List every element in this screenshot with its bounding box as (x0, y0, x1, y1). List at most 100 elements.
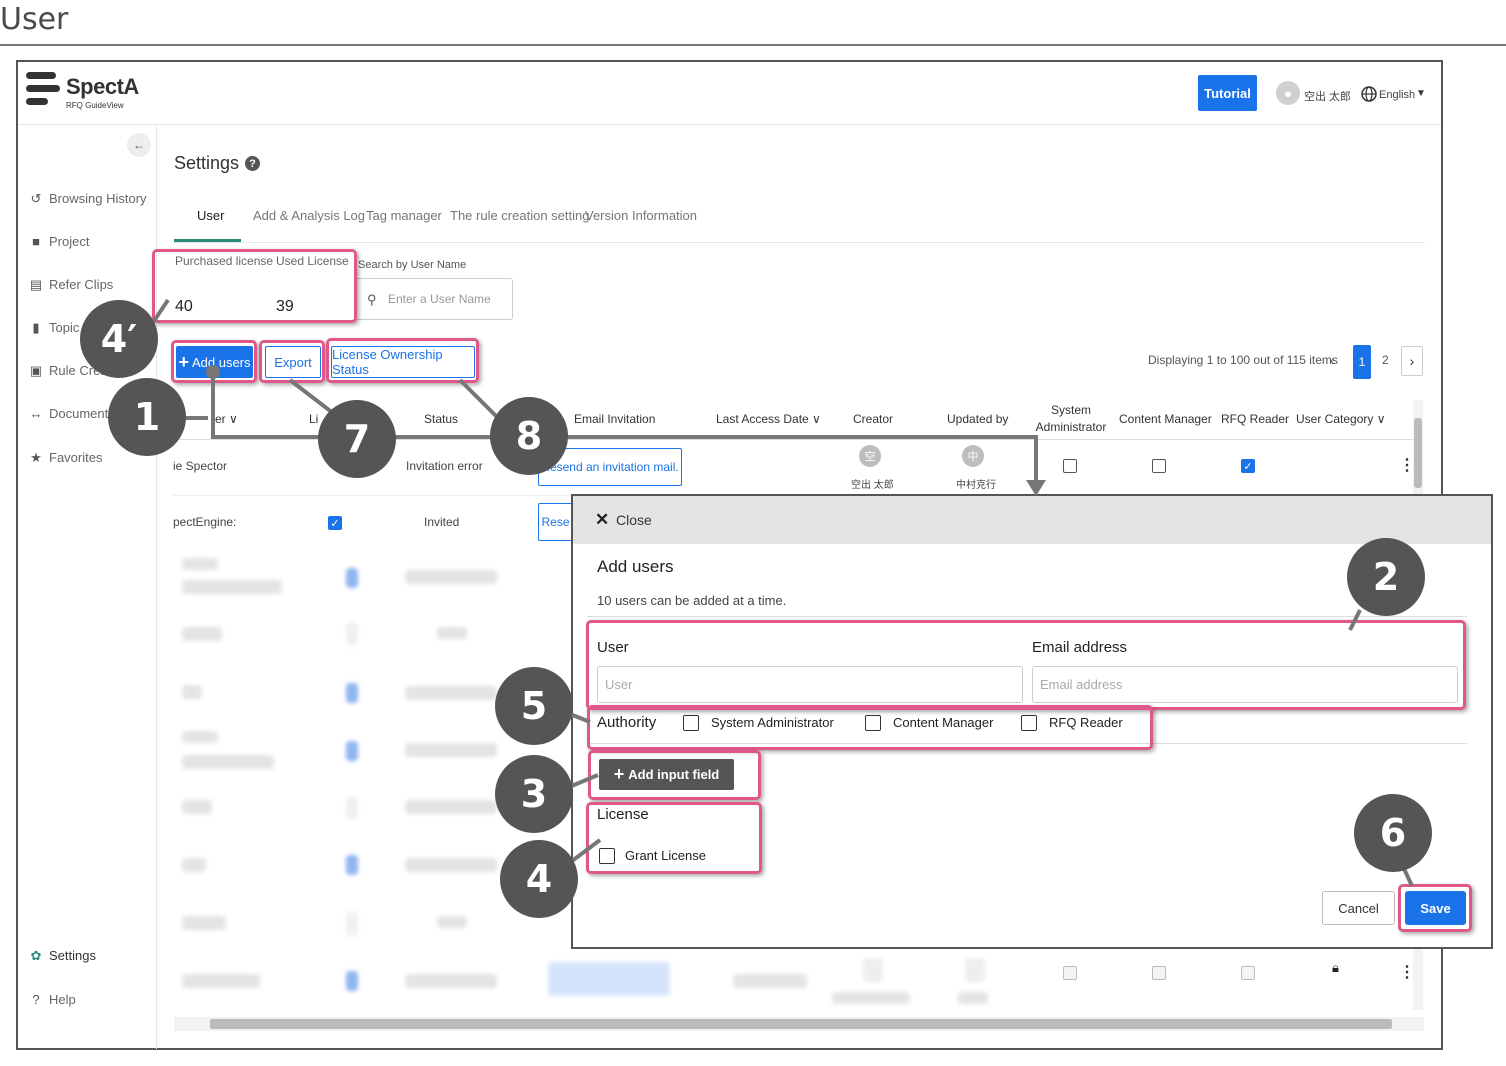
column-header-license: Li (309, 412, 319, 426)
system-admin-checkbox[interactable] (1063, 966, 1077, 980)
dialog-header (573, 496, 1491, 544)
sidebar-item-browsing-history[interactable]: ↺ Browsing History (29, 190, 147, 207)
highlight-license (586, 802, 762, 874)
content-manager-checkbox[interactable] (1152, 459, 1166, 473)
column-header-user[interactable]: er ∨ (215, 412, 238, 426)
blurred-cell (548, 962, 670, 996)
blurred-cell (346, 741, 358, 761)
highlight-add-input-field (588, 750, 761, 800)
close-icon[interactable]: ✕ (595, 510, 609, 530)
rfq-reader-checkbox[interactable] (1241, 966, 1255, 980)
callout-6: 6 (1354, 794, 1432, 872)
compare-icon: ↔ (29, 406, 43, 421)
blurred-cell (405, 686, 497, 700)
blurred-cell (346, 622, 358, 646)
highlight-add-users (171, 340, 257, 383)
dialog-divider (587, 616, 1467, 617)
language-selector[interactable]: English (1379, 89, 1415, 101)
creator-name: 空出 太郎 (851, 480, 894, 491)
app-name: SpectA (66, 74, 139, 99)
sidebar-item-topic[interactable]: ▮ Topic (29, 320, 79, 336)
active-tab-indicator (174, 239, 241, 242)
chevron-left-icon[interactable]: ‹ (1330, 352, 1335, 368)
blurred-cell (182, 558, 218, 570)
history-icon: ↺ (30, 190, 42, 206)
chevron-down-icon[interactable]: ▼ (1416, 88, 1426, 99)
gear-icon: ✿ (30, 947, 42, 963)
sidebar-item-settings[interactable]: ✿ Settings (29, 947, 96, 964)
updater-avatar: 中 (962, 445, 984, 467)
page-button-next[interactable]: 2 (1382, 353, 1389, 367)
blurred-cell (405, 800, 497, 814)
blurred-cell (182, 580, 282, 594)
user-name[interactable]: 空出 太郎 (1304, 88, 1351, 104)
sidebar-item-help[interactable]: ? Help (29, 992, 75, 1007)
column-header-user-category[interactable]: User Category ∨ (1296, 412, 1386, 426)
help-icon[interactable]: ? (245, 156, 261, 171)
app-subtitle: RFQ GuideView (66, 101, 124, 110)
tab-rule-creation-setting[interactable]: The rule creation setting (450, 208, 589, 223)
sidebar-item-project[interactable]: ■ Project (29, 234, 89, 249)
tab-tag-manager[interactable]: Tag manager (366, 208, 442, 223)
highlight-license-ownership (326, 338, 479, 383)
blurred-cell (182, 916, 226, 930)
highlight-license-counts (152, 249, 357, 323)
license-checkbox[interactable]: ✓ (328, 516, 342, 530)
blurred-cell (182, 755, 274, 769)
tab-add-analysis-log[interactable]: Add & Analysis Log (253, 208, 365, 223)
callout-2: 2 (1347, 538, 1425, 616)
search-icon: ⚲ (367, 292, 377, 307)
search-placeholder: Enter a User Name (388, 292, 491, 306)
row-status: Invitation error (406, 459, 483, 473)
horizontal-scrollbar-thumb[interactable] (210, 1019, 1392, 1029)
sidebar-item-favorites[interactable]: ★ Favorites (29, 449, 102, 466)
blurred-cell (346, 568, 358, 588)
rule-icon: ▣ (29, 362, 43, 378)
briefcase-icon: ■ (32, 234, 40, 249)
help-icon: ? (32, 992, 40, 1007)
display-count: Displaying 1 to 100 out of 115 items (1148, 353, 1338, 367)
page-label: User (0, 2, 69, 37)
creator-avatar: 空 (859, 445, 881, 467)
rfq-reader-checkbox[interactable]: ✓ (1241, 459, 1255, 473)
tabs-divider (173, 242, 1425, 243)
vertical-scrollbar-thumb[interactable] (1414, 418, 1422, 488)
column-header-updated-by: Updated by (947, 412, 1009, 426)
blurred-cell (405, 743, 497, 757)
callout-1: 1 (108, 378, 186, 456)
tutorial-button[interactable]: Tutorial (1198, 75, 1257, 111)
highlight-authority (587, 705, 1153, 750)
clipboard-icon: ▤ (29, 276, 43, 292)
page-button-current[interactable]: 1 (1353, 345, 1371, 379)
collapse-sidebar-button[interactable]: ← (127, 133, 151, 157)
title-divider (0, 44, 1506, 46)
sidebar-item-refer-clips[interactable]: ▤ Refer Clips (29, 276, 113, 293)
column-header-last-access[interactable]: Last Access Date ∨ (716, 412, 821, 426)
chevron-right-icon[interactable]: › (1401, 346, 1423, 376)
user-avatar-icon[interactable]: ● (1276, 81, 1300, 105)
highlight-export (259, 340, 325, 383)
callout-7: 7 (318, 400, 396, 478)
system-admin-checkbox[interactable] (1063, 459, 1077, 473)
close-button[interactable]: Close (616, 512, 652, 528)
blurred-cell (437, 627, 467, 639)
content-manager-checkbox[interactable] (1152, 966, 1166, 980)
blurred-cell (832, 992, 910, 1004)
blurred-cell (405, 570, 497, 584)
tab-version-information[interactable]: Version Information (585, 208, 697, 223)
blurred-cell (182, 974, 260, 988)
resend-invitation-button[interactable]: Rese (538, 503, 572, 541)
blurred-cell (182, 800, 212, 814)
column-header-rfq-reader: RFQ Reader (1221, 412, 1290, 426)
globe-icon[interactable] (1361, 86, 1377, 102)
row-user-name: pectEngine: (173, 515, 237, 529)
cancel-button[interactable]: Cancel (1322, 891, 1395, 925)
star-icon: ★ (30, 449, 42, 465)
highlight-save (1398, 884, 1472, 932)
header-divider (18, 124, 1441, 125)
blurred-cell (182, 858, 206, 872)
blurred-cell (405, 858, 497, 872)
blurred-cell (346, 796, 358, 820)
column-header-creator: Creator (853, 412, 894, 426)
tab-user[interactable]: User (197, 208, 224, 223)
